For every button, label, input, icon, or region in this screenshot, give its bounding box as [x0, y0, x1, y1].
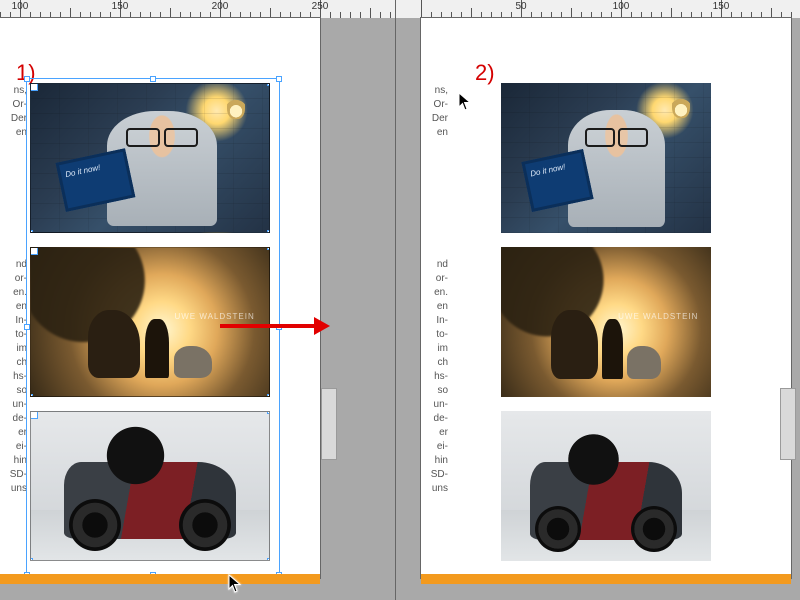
ruler-right[interactable]: 50 100 150: [396, 0, 800, 19]
resize-handle[interactable]: [267, 247, 270, 250]
caption-frame[interactable]: image caption: [269, 93, 270, 225]
ruler-number: 150: [112, 1, 129, 12]
ruler-number: 200: [212, 1, 229, 12]
body-text-fragment: ndor-en.enIn-to-imchhs-soun-de-erei-hinS…: [424, 258, 448, 510]
ruler-left[interactable]: 100 150 200 250: [0, 0, 395, 19]
ruler-number: 100: [12, 1, 29, 12]
resize-handle[interactable]: [267, 411, 270, 414]
resize-handle[interactable]: [276, 76, 282, 82]
resize-handle[interactable]: [267, 394, 270, 397]
ruler-number: 250: [312, 1, 329, 12]
placed-image-3[interactable]: image caption: [30, 411, 270, 561]
body-text-fragment: ndor-en.enIn-to-imchhs-soun-de-erei-hinS…: [3, 258, 27, 510]
placed-image-1[interactable]: [501, 83, 711, 233]
body-text-fragment: ns,Or-Deren: [3, 84, 27, 144]
resize-handle[interactable]: [150, 76, 156, 82]
image-watermark: UWE WALDSTEIN: [618, 313, 698, 322]
resize-handle[interactable]: [30, 394, 33, 397]
placed-image-1[interactable]: image caption: [30, 83, 270, 233]
comparison-stage: 100 150 200 250 50 100 150 1) ns,Or-Deren ndo…: [0, 0, 800, 600]
image-watermark: UWE WALDSTEIN: [174, 313, 254, 322]
ruler-number: 50: [515, 1, 526, 12]
image-stack: image caption UWE WALDSTEIN image captio…: [30, 83, 270, 575]
placed-image-2[interactable]: UWE WALDSTEIN image caption: [30, 247, 270, 397]
ruler-number: 150: [713, 1, 730, 12]
panel-after: 2) ns,Or-Deren ndor-en.enIn-to-imchhs-so…: [396, 18, 800, 600]
document-page[interactable]: 1) ns,Or-Deren ndor-en.enIn-to-imchhs-so…: [0, 18, 320, 578]
panel-before: 1) ns,Or-Deren ndor-en.enIn-to-imchhs-so…: [0, 18, 395, 600]
accent-bar: [0, 574, 320, 584]
placed-image-3[interactable]: [501, 411, 711, 561]
step-label-2: 2): [475, 60, 495, 86]
body-text-fragment: ns,Or-Deren: [424, 84, 448, 144]
image-stack: UWE WALDSTEIN: [501, 83, 711, 575]
caption-frame[interactable]: image caption: [269, 421, 270, 553]
document-page[interactable]: 2) ns,Or-Deren ndor-en.enIn-to-imchhs-so…: [421, 18, 791, 578]
ruler-number: 100: [613, 1, 630, 12]
scrollbar-stub[interactable]: [321, 388, 337, 460]
placed-image-2[interactable]: UWE WALDSTEIN: [501, 247, 711, 397]
scrollbar-stub[interactable]: [780, 388, 796, 460]
caption-frame[interactable]: image caption: [269, 257, 270, 389]
accent-bar: [421, 574, 791, 584]
resize-handle[interactable]: [30, 411, 33, 414]
